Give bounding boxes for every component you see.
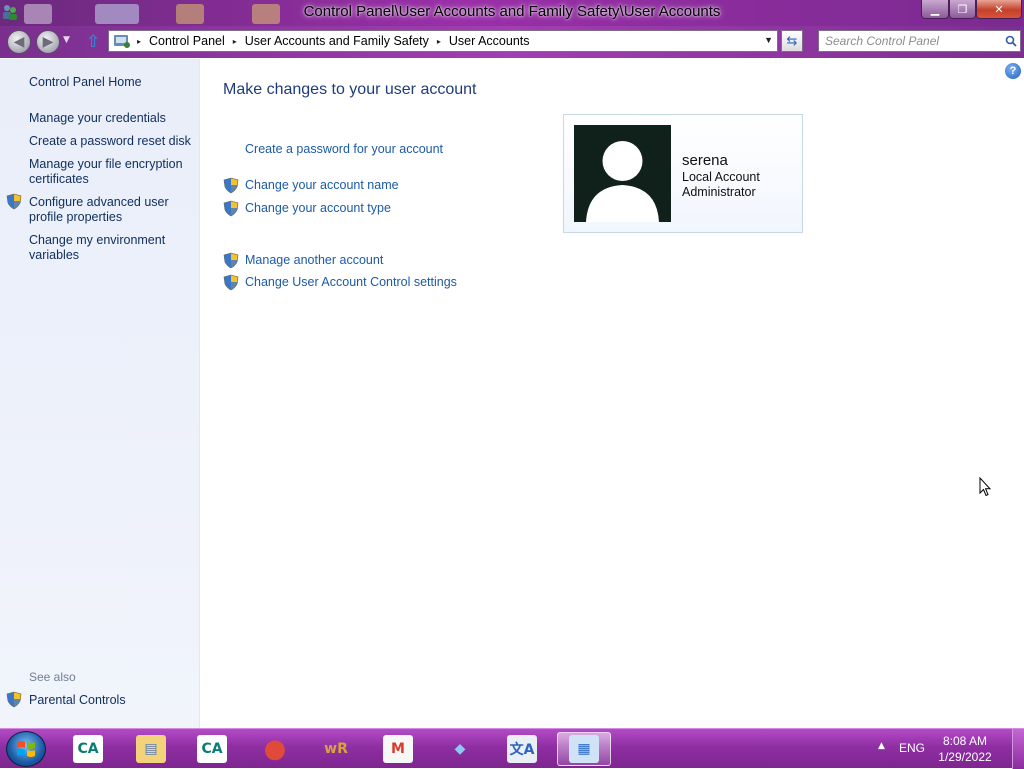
user-silhouette-icon xyxy=(586,141,659,222)
address-dropdown-button[interactable]: ▼ xyxy=(764,35,773,45)
file-explorer-icon: ▤ xyxy=(136,735,166,763)
show-hidden-icons-button[interactable]: ▲ xyxy=(878,741,885,751)
sidebar-item-advanced-profile-properties[interactable]: Configure advanced user profile properti… xyxy=(29,195,194,225)
gmail-icon: M xyxy=(383,735,413,763)
sidebar-item-parental-controls[interactable]: Parental Controls xyxy=(29,693,194,708)
taskbar-app-button[interactable]: ▦ xyxy=(557,732,611,766)
search-input[interactable] xyxy=(819,32,1002,50)
forward-button[interactable]: ▶ xyxy=(36,30,60,54)
taskbar-app-button[interactable]: 文A xyxy=(495,732,549,766)
search-box[interactable] xyxy=(818,30,1021,52)
account-role: Administrator xyxy=(682,185,756,199)
navigation-bar: ◀ ▶ ▼ ⇧ ▸ Control Panel ▸ User Accounts … xyxy=(0,26,1024,58)
page-title: Make changes to your user account xyxy=(223,81,477,98)
clock-date[interactable]: 1/29/2022 xyxy=(934,750,996,764)
credit-agricole-icon-2: CA xyxy=(197,735,227,763)
task-uac-settings[interactable]: Change User Account Control settings xyxy=(245,275,457,289)
credit-agricole-icon: CA xyxy=(73,735,103,763)
start-button[interactable] xyxy=(6,731,46,767)
clock-time[interactable]: 8:08 AM xyxy=(940,734,990,748)
maximize-button[interactable]: ❐ xyxy=(949,0,976,19)
uac-shield-icon xyxy=(6,193,22,210)
account-name: serena xyxy=(682,152,728,169)
taskbar: CA ▤ CA ● wR M ◆ 文A ▦ ▲ ENG 8:08 AM 1/29/2022 xyxy=(0,728,1024,769)
search-icon[interactable] xyxy=(1002,32,1020,50)
uac-shield-icon xyxy=(223,274,239,291)
task-change-account-name[interactable]: Change your account name xyxy=(245,178,399,192)
main-content: ? Make changes to your user account Crea… xyxy=(201,59,1024,728)
uac-shield-icon xyxy=(223,177,239,194)
up-arrow-icon[interactable]: ⇧ xyxy=(86,32,104,52)
uac-shield-icon xyxy=(6,691,22,708)
control-panel-icon: ▦ xyxy=(569,735,599,763)
chrome-icon: ● xyxy=(263,734,287,764)
breadcrumb-separator[interactable]: ▸ xyxy=(437,37,441,46)
help-icon[interactable]: ? xyxy=(1005,63,1021,79)
sidebar-item-manage-credentials[interactable]: Manage your credentials xyxy=(29,111,194,126)
refresh-button[interactable]: ⇆ xyxy=(781,30,803,52)
breadcrumb-separator[interactable]: ▸ xyxy=(233,37,237,46)
taskbar-app-button[interactable]: CA xyxy=(185,732,239,766)
translate-icon: 文A xyxy=(507,735,537,763)
sidebar-item-control-panel-home[interactable]: Control Panel Home xyxy=(29,75,194,90)
breadcrumb-separator: ▸ xyxy=(137,36,142,46)
taskbar-app-button[interactable]: M xyxy=(371,732,425,766)
task-create-password[interactable]: Create a password for your account xyxy=(245,142,443,156)
taskbar-app-button[interactable]: wR xyxy=(309,732,363,766)
uac-shield-icon xyxy=(223,252,239,269)
language-indicator[interactable]: ENG xyxy=(899,741,925,755)
recent-pages-dropdown[interactable]: ▼ xyxy=(63,35,70,45)
task-manage-another-account[interactable]: Manage another account xyxy=(245,253,383,267)
sidebar: Control Panel Home Manage your credentia… xyxy=(0,59,200,728)
account-type: Local Account xyxy=(682,170,760,184)
mouse-cursor-icon xyxy=(979,477,991,497)
address-bar[interactable]: ▸ Control Panel ▸ User Accounts and Fami… xyxy=(108,30,778,52)
close-button[interactable]: ✕ xyxy=(976,0,1022,19)
taskbar-app-button[interactable]: ● xyxy=(248,732,302,766)
show-desktop-button[interactable] xyxy=(1012,729,1024,769)
avatar[interactable] xyxy=(574,125,671,222)
breadcrumb-user-accounts[interactable]: User Accounts xyxy=(447,34,532,48)
windows-logo-icon xyxy=(17,741,35,757)
sidebar-item-file-encryption[interactable]: Manage your file encryption certificates xyxy=(29,157,194,187)
taskbar-app-button[interactable]: CA xyxy=(61,732,115,766)
see-also-heading: See also xyxy=(29,670,76,684)
window-title-bar[interactable]: Control Panel\User Accounts and Family S… xyxy=(0,0,1024,26)
minimize-button[interactable]: ▁ xyxy=(921,0,949,19)
sidebar-item-environment-variables[interactable]: Change my environment variables xyxy=(29,233,194,263)
task-change-account-type[interactable]: Change your account type xyxy=(245,201,391,215)
taskbar-app-button[interactable]: ◆ xyxy=(433,732,487,766)
window-title: Control Panel\User Accounts and Family S… xyxy=(303,3,721,20)
taskbar-app-button[interactable]: ▤ xyxy=(124,732,178,766)
breadcrumb-user-accounts-family-safety[interactable]: User Accounts and Family Safety xyxy=(243,34,431,48)
uac-shield-icon xyxy=(223,200,239,217)
sidebar-item-password-reset-disk[interactable]: Create a password reset disk xyxy=(29,134,194,149)
winrar-icon: wR xyxy=(324,741,348,757)
control-panel-icon xyxy=(114,35,130,48)
breadcrumb-control-panel[interactable]: Control Panel xyxy=(147,34,227,48)
folder-icon: ◆ xyxy=(454,741,466,757)
account-card: serena Local Account Administrator xyxy=(563,114,803,233)
back-button[interactable]: ◀ xyxy=(7,30,31,54)
